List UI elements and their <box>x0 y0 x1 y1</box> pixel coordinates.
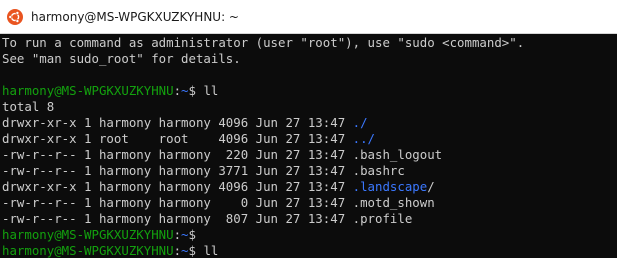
prompt-symbol: $ <box>188 227 196 242</box>
listing-meta: -rw-r--r-- 1 harmony harmony 807 Jun 27 … <box>2 211 353 226</box>
terminal-window: harmony@MS-WPGKXUZKYHNU: ~ To run a comm… <box>0 0 617 258</box>
prompt-symbol: $ <box>188 83 204 98</box>
listing-meta: drwxr-xr-x 1 harmony harmony 4096 Jun 27… <box>2 179 353 194</box>
motd-line: To run a command as administrator (user … <box>2 35 525 50</box>
command-text: ll <box>203 83 219 98</box>
total-line: total 8 <box>2 99 55 114</box>
title-bar[interactable]: harmony@MS-WPGKXUZKYHNU: ~ <box>0 0 617 34</box>
prompt-line: harmony@MS-WPGKXUZKYHNU:~$ ll <box>2 83 617 99</box>
listing-row: -rw-r--r-- 1 harmony harmony 0 Jun 27 13… <box>2 195 617 211</box>
listing-meta: -rw-r--r-- 1 harmony harmony 3771 Jun 27… <box>2 163 353 178</box>
listing-name: .bashrc <box>352 163 405 178</box>
listing-name: ./ <box>352 115 368 130</box>
command-text: ll <box>203 243 219 258</box>
listing-meta: drwxr-xr-x 1 harmony harmony 4096 Jun 27… <box>2 115 353 130</box>
window-title: harmony@MS-WPGKXUZKYHNU: ~ <box>31 9 239 24</box>
listing-row: drwxr-xr-x 1 harmony harmony 4096 Jun 27… <box>2 179 617 195</box>
ubuntu-icon <box>7 8 23 25</box>
prompt-user-host: harmony@MS-WPGKXUZKYHNU <box>2 83 174 98</box>
listing-name: ../ <box>352 131 376 146</box>
listing-name: .profile <box>352 211 413 226</box>
prompt-user-host: harmony@MS-WPGKXUZKYHNU <box>2 227 174 242</box>
prompt-path: ~ <box>181 243 189 258</box>
prompt-separator: : <box>173 227 182 242</box>
terminal-output[interactable]: To run a command as administrator (user … <box>0 34 617 258</box>
listing-row: drwxr-xr-x 1 harmony harmony 4096 Jun 27… <box>2 115 617 131</box>
prompt-line: harmony@MS-WPGKXUZKYHNU:~$ ll <box>2 243 617 258</box>
listing-name: .landscape <box>352 179 428 194</box>
prompt-symbol: $ <box>188 243 204 258</box>
listing-row: drwxr-xr-x 1 root root 4096 Jun 27 13:47… <box>2 131 617 147</box>
listing-meta: drwxr-xr-x 1 root root 4096 Jun 27 13:47 <box>2 131 353 146</box>
listing-name: .motd_shown <box>352 195 435 210</box>
prompt-path: ~ <box>181 227 189 242</box>
listing-row: -rw-r--r-- 1 harmony harmony 3771 Jun 27… <box>2 163 617 179</box>
listing-meta: -rw-r--r-- 1 harmony harmony 0 Jun 27 13… <box>2 195 353 210</box>
prompt-separator: : <box>173 243 182 258</box>
listing-name: .bash_logout <box>352 147 443 162</box>
listing-meta: -rw-r--r-- 1 harmony harmony 220 Jun 27 … <box>2 147 353 162</box>
prompt-path: ~ <box>181 83 189 98</box>
prompt-line: harmony@MS-WPGKXUZKYHNU:~$ <box>2 227 617 243</box>
prompt-separator: : <box>173 83 182 98</box>
listing-row: -rw-r--r-- 1 harmony harmony 807 Jun 27 … <box>2 211 617 227</box>
prompt-user-host: harmony@MS-WPGKXUZKYHNU <box>2 243 174 258</box>
listing-row: -rw-r--r-- 1 harmony harmony 220 Jun 27 … <box>2 147 617 163</box>
listing-slash: / <box>427 179 435 194</box>
motd-line: See "man sudo_root" for details. <box>2 51 241 66</box>
